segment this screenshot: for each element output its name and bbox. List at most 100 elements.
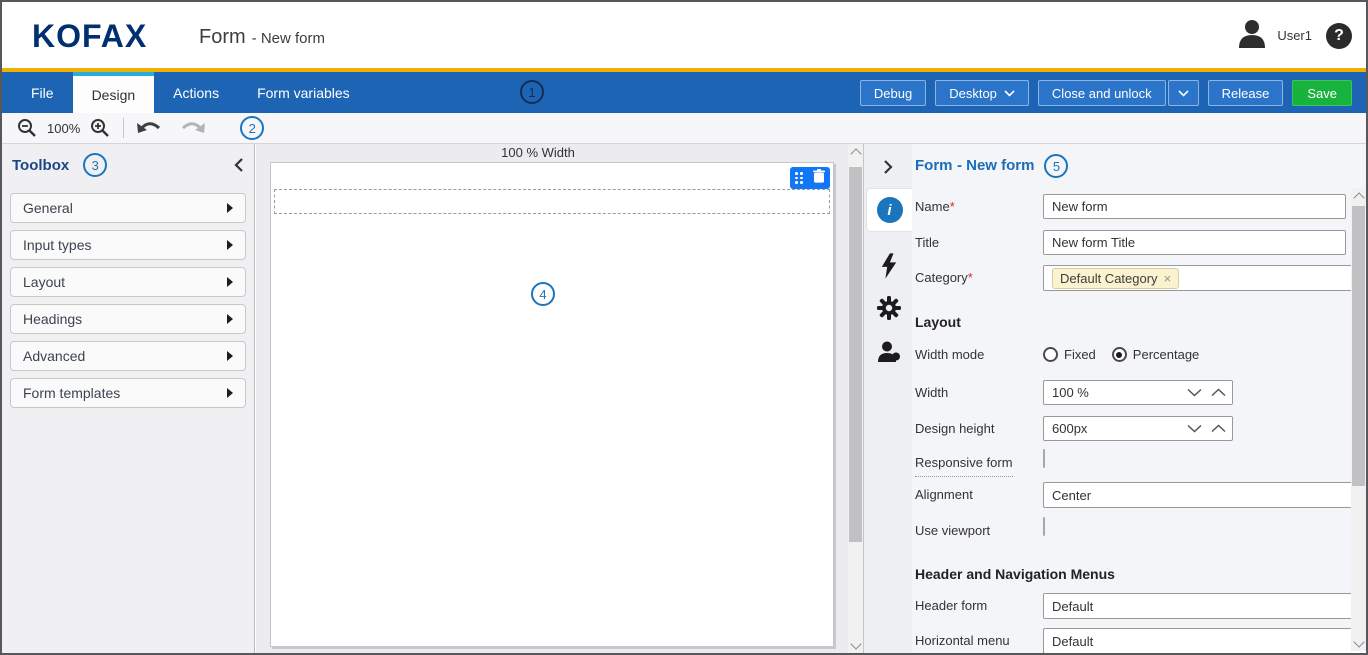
alignment-value: Center [1052, 488, 1091, 503]
header-form-label: Header form [915, 593, 987, 618]
form-canvas[interactable]: 4 [270, 162, 834, 647]
undo-icon[interactable] [136, 120, 163, 136]
alignment-row: Alignment Center [915, 482, 1346, 508]
canvas-scrollbar-thumb[interactable] [849, 167, 862, 542]
kofax-logo: KOFAX [32, 18, 147, 55]
spinner-down-icon[interactable] [1187, 424, 1202, 433]
width-spinner[interactable]: 100 % [1043, 380, 1233, 405]
responsive-form-checkbox[interactable] [1043, 449, 1045, 468]
layout-section-heading: Layout [915, 314, 961, 330]
header-form-dropdown[interactable]: Default [1043, 593, 1368, 619]
category-chip: Default Category × [1052, 268, 1179, 289]
release-label: Release [1222, 86, 1270, 101]
properties-panel: i Form - New form 5 Name* [863, 144, 1366, 653]
radio-fixed[interactable]: Fixed [1043, 347, 1096, 362]
kofax-form-designer-window: KOFAX Form - New form User1 ? File Design… [0, 0, 1368, 655]
toolbox-item-headings[interactable]: Headings [10, 304, 246, 334]
toolbox-item-layout[interactable]: Layout [10, 267, 246, 297]
scroll-down-icon[interactable] [1351, 636, 1366, 651]
callout-5: 5 [1044, 154, 1068, 178]
design-height-row: Design height 600px [915, 416, 1346, 442]
toolbox-item-advanced[interactable]: Advanced [10, 341, 246, 371]
chevron-down-icon [1178, 90, 1189, 97]
zoom-level: 100% [47, 121, 80, 136]
design-height-value: 600px [1052, 421, 1087, 436]
horizontal-menu-row: Horizontal menu Default [915, 628, 1346, 654]
menu-tabs: File Design Actions Form variables [12, 72, 369, 113]
expand-panel-icon[interactable] [864, 160, 912, 174]
category-row: Category* Default Category × [915, 265, 1346, 291]
save-button[interactable]: Save [1292, 80, 1352, 106]
user-area: User1 ? [1235, 16, 1352, 55]
tab-permissions[interactable] [866, 330, 912, 374]
alignment-dropdown[interactable]: Center [1043, 482, 1368, 508]
lightning-icon [880, 253, 898, 279]
chip-remove-icon[interactable]: × [1164, 271, 1172, 286]
toolbox-item-general[interactable]: General [10, 193, 246, 223]
collapse-toolbox-icon[interactable] [234, 158, 244, 172]
tab-actions[interactable]: Actions [154, 72, 238, 113]
toolbar-separator [123, 118, 124, 138]
tab-design[interactable]: Design [73, 72, 155, 113]
design-toolbar: 100% 2 [2, 113, 1366, 144]
cell-toolbar-badge [790, 167, 830, 189]
radio-percentage[interactable]: Percentage [1112, 347, 1200, 362]
toolbox-item-label: General [23, 200, 73, 216]
redo-icon[interactable] [179, 120, 206, 136]
zoom-out-icon[interactable] [16, 117, 38, 139]
toolbox-header: Toolbox 3 [12, 152, 244, 178]
tab-settings[interactable] [866, 286, 912, 330]
tab-general-properties[interactable]: i [866, 188, 912, 232]
drag-handle-icon[interactable] [795, 172, 803, 184]
scroll-up-icon[interactable] [1351, 188, 1366, 203]
design-height-label: Design height [915, 416, 995, 441]
delete-cell-icon[interactable] [813, 169, 825, 188]
zoom-in-icon[interactable] [89, 117, 111, 139]
design-height-spinner[interactable]: 600px [1043, 416, 1233, 441]
spinner-up-icon[interactable] [1211, 424, 1226, 433]
page-title-main: Form [199, 26, 246, 48]
toolbox-panel: Toolbox 3 General Input types Layout Hea… [2, 144, 255, 653]
radio-icon [1043, 347, 1058, 362]
device-dropdown-button[interactable]: Desktop [935, 80, 1029, 106]
device-label: Desktop [949, 86, 997, 101]
expand-arrow-icon [227, 240, 233, 250]
properties-title-sub: - New form [957, 157, 1035, 174]
properties-scrollbar-thumb[interactable] [1352, 206, 1365, 486]
responsive-form-row: Responsive form [915, 450, 1346, 476]
properties-scrollbar [1351, 188, 1366, 651]
use-viewport-checkbox[interactable] [1043, 517, 1045, 536]
spinner-up-icon[interactable] [1211, 388, 1226, 397]
tab-events[interactable] [866, 244, 912, 288]
scroll-down-icon[interactable] [848, 638, 863, 653]
horizontal-menu-label: Horizontal menu [915, 628, 1010, 653]
debug-button[interactable]: Debug [860, 80, 926, 106]
app-header: KOFAX Form - New form User1 ? [2, 2, 1366, 68]
menubar: File Design Actions Form variables 1 Deb… [2, 72, 1366, 113]
tab-file[interactable]: File [12, 72, 73, 113]
save-label: Save [1307, 86, 1337, 101]
people-icon [876, 340, 902, 364]
title-input[interactable] [1043, 230, 1346, 255]
toolbox-item-input-types[interactable]: Input types [10, 230, 246, 260]
use-viewport-row: Use viewport [915, 518, 1346, 544]
horizontal-menu-dropdown[interactable]: Default [1043, 628, 1368, 654]
page-title-sub: - New form [252, 30, 325, 47]
scroll-up-icon[interactable] [848, 144, 863, 159]
spinner-down-icon[interactable] [1187, 388, 1202, 397]
expand-arrow-icon [227, 388, 233, 398]
name-input[interactable] [1043, 194, 1346, 219]
toolbox-item-form-templates[interactable]: Form templates [10, 378, 246, 408]
help-icon[interactable]: ? [1326, 23, 1352, 49]
close-and-unlock-button[interactable]: Close and unlock [1038, 80, 1166, 106]
user-avatar-icon[interactable] [1235, 16, 1269, 55]
release-button[interactable]: Release [1208, 80, 1284, 106]
close-unlock-arrow-button[interactable] [1168, 80, 1199, 106]
name-label: Name* [915, 194, 955, 219]
category-combobox[interactable]: Default Category × [1043, 265, 1368, 291]
tab-form-variables[interactable]: Form variables [238, 72, 369, 113]
close-unlock-label: Close and unlock [1052, 86, 1152, 101]
toolbox-item-label: Layout [23, 274, 65, 290]
toolbox-item-label: Input types [23, 237, 92, 253]
form-dropzone[interactable] [274, 189, 830, 214]
